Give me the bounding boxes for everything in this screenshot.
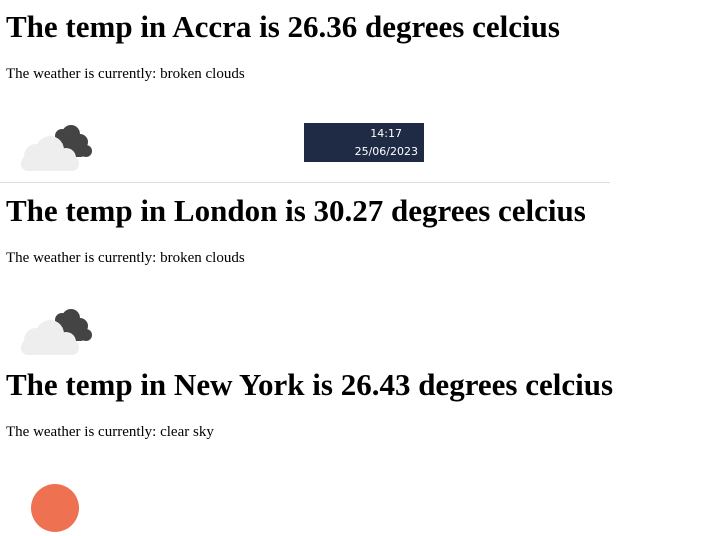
clock-time: 14:17 [370,127,402,140]
city-heading-london: The temp in London is 30.27 degrees celc… [6,193,586,228]
city-heading-accra: The temp in Accra is 26.36 degrees celci… [6,9,560,44]
weather-description-accra: The weather is currently: broken clouds [6,66,245,82]
divider [0,182,610,183]
taskbar-clock[interactable]: 14:17 25/06/2023 [304,123,424,162]
clear-sky-sun-icon [16,476,96,536]
broken-clouds-icon [16,118,96,178]
clock-date: 25/06/2023 [354,145,418,158]
city-heading-new-york: The temp in New York is 26.43 degrees ce… [6,367,614,402]
weather-description-new-york: The weather is currently: clear sky [6,424,214,440]
weather-description-london: The weather is currently: broken clouds [6,250,245,266]
broken-clouds-icon [16,302,96,362]
